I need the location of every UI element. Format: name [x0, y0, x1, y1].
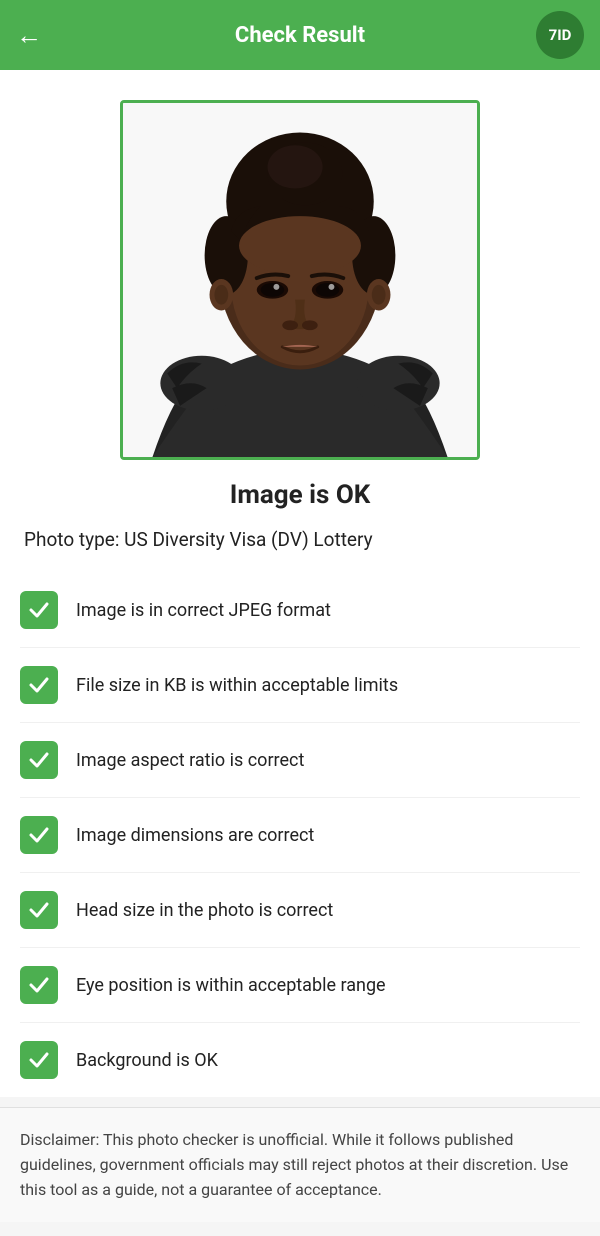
page-title: Check Result — [235, 23, 365, 48]
check-icon-dimensions — [20, 816, 58, 854]
back-button[interactable]: ← — [16, 20, 42, 51]
app-header: ← Check Result 7ID — [0, 0, 600, 70]
main-content: Image is OK Photo type: US Diversity Vis… — [0, 70, 600, 1097]
check-item-dimensions: Image dimensions are correct — [20, 798, 580, 873]
check-item-filesize: File size in KB is within acceptable lim… — [20, 648, 580, 723]
check-item-jpeg: Image is in correct JPEG format — [20, 573, 580, 648]
app-logo: 7ID — [536, 11, 584, 59]
check-item-background: Background is OK — [20, 1023, 580, 1097]
check-label-jpeg: Image is in correct JPEG format — [76, 600, 331, 621]
check-label-aspect: Image aspect ratio is correct — [76, 750, 304, 771]
portrait-image — [123, 100, 477, 460]
check-icon-filesize — [20, 666, 58, 704]
check-label-dimensions: Image dimensions are correct — [76, 825, 314, 846]
photo-container — [20, 100, 580, 460]
check-icon-aspect — [20, 741, 58, 779]
check-label-background: Background is OK — [76, 1050, 218, 1071]
photo-type-label: Photo type: US Diversity Visa (DV) Lotte… — [20, 528, 580, 551]
check-label-filesize: File size in KB is within acceptable lim… — [76, 675, 398, 696]
status-title: Image is OK — [20, 480, 580, 510]
disclaimer-box: Disclaimer: This photo checker is unoffi… — [0, 1107, 600, 1222]
check-list: Image is in correct JPEG format File siz… — [20, 573, 580, 1097]
check-icon-background — [20, 1041, 58, 1079]
check-label-eyepos: Eye position is within acceptable range — [76, 975, 386, 996]
check-icon-headsize — [20, 891, 58, 929]
check-item-eyepos: Eye position is within acceptable range — [20, 948, 580, 1023]
check-icon-eyepos — [20, 966, 58, 1004]
check-label-headsize: Head size in the photo is correct — [76, 900, 333, 921]
disclaimer-text: Disclaimer: This photo checker is unoffi… — [20, 1128, 580, 1202]
check-icon-jpeg — [20, 591, 58, 629]
check-item-aspect: Image aspect ratio is correct — [20, 723, 580, 798]
check-item-headsize: Head size in the photo is correct — [20, 873, 580, 948]
photo-frame — [120, 100, 480, 460]
